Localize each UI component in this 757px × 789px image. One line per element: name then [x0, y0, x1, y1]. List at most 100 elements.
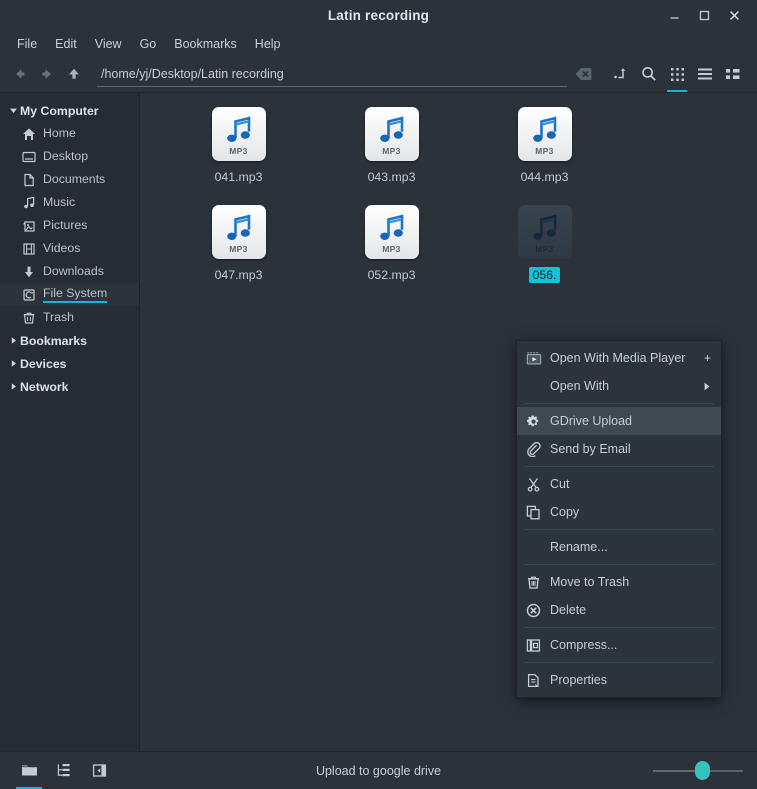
properties-icon	[526, 673, 548, 688]
icon-view-button[interactable]	[14, 757, 44, 789]
pictures-icon	[22, 219, 43, 233]
file-view[interactable]: MP3 041.mp3 MP3 043.mp3 MP3 044.mp3 MP3 …	[140, 93, 757, 751]
context-menu-item-label: Properties	[550, 673, 607, 687]
trash-icon	[22, 311, 43, 325]
clear-entry-icon[interactable]	[571, 62, 595, 86]
menu-bookmarks[interactable]: Bookmarks	[165, 34, 246, 54]
toggle-path-bar-icon[interactable]	[607, 59, 635, 89]
sidebar-item-music[interactable]: Music	[0, 191, 139, 214]
context-menu-item-gdrive-upload[interactable]: GDrive Upload	[517, 407, 721, 435]
sidebar-item-label: Music	[43, 195, 76, 209]
context-menu-item-label: Rename...	[550, 540, 608, 554]
sidebar-item-label: Trash	[43, 310, 74, 324]
sidebar-item-label: File System	[43, 286, 108, 303]
file-item[interactable]: MP3 041.mp3	[162, 107, 315, 205]
sidebar-item-home[interactable]: Home	[0, 122, 139, 145]
context-menu-item-properties[interactable]: Properties	[517, 666, 721, 694]
file-item[interactable]: MP3 044.mp3	[468, 107, 621, 205]
navigation-toolbar: /home/yj/Desktop/Latin recording	[0, 56, 757, 93]
mp3-file-icon: MP3	[517, 107, 572, 161]
file-system-icon	[22, 288, 43, 302]
context-menu-item-label: Move to Trash	[550, 575, 630, 589]
context-menu-item-cut[interactable]: Cut	[517, 470, 721, 498]
mp3-file-icon: MP3	[211, 205, 266, 259]
context-menu-item-open-with[interactable]: Open With	[517, 372, 721, 400]
file-name-label: 052.mp3	[367, 268, 416, 282]
maximize-button[interactable]	[689, 3, 719, 29]
menu-file[interactable]: File	[8, 34, 46, 54]
sidebar-item-label: Videos	[43, 241, 81, 255]
mp3-file-icon: MP3	[364, 107, 419, 161]
context-menu-item-open-with-media-player[interactable]: Open With Media Player +	[517, 344, 721, 372]
sidebar-item-pictures[interactable]: Pictures	[0, 214, 139, 237]
file-item[interactable]: MP3 043.mp3	[315, 107, 468, 205]
media-player-icon	[526, 351, 548, 366]
downloads-icon	[22, 265, 43, 279]
context-menu-item-compress[interactable]: Compress...	[517, 631, 721, 659]
file-item[interactable]: MP3 047.mp3	[162, 205, 315, 303]
sidebar-item-label: Pictures	[43, 218, 88, 232]
context-menu: Open With Media Player + Open With GDriv…	[516, 340, 722, 698]
mp3-file-icon: MP3	[517, 205, 572, 259]
icon-view-icon[interactable]	[663, 59, 691, 92]
location-entry[interactable]: /home/yj/Desktop/Latin recording	[97, 61, 567, 88]
close-button[interactable]	[719, 3, 749, 29]
desktop-icon	[22, 150, 43, 164]
sidebar-item-label: Documents	[43, 172, 106, 186]
up-button[interactable]	[60, 61, 87, 88]
copy-icon	[526, 505, 548, 520]
chevron-right-icon	[6, 382, 20, 391]
sidebar-item-videos[interactable]: Videos	[0, 237, 139, 260]
sidebar-group-network[interactable]: Network	[0, 375, 139, 398]
sidebar-group-devices[interactable]: Devices	[0, 352, 139, 375]
context-menu-item-delete[interactable]: Delete	[517, 596, 721, 624]
sidebar-group-my-computer[interactable]: My Computer	[0, 99, 139, 122]
title-bar: Latin recording	[0, 0, 757, 31]
sidebar-item-file-system[interactable]: File System	[0, 283, 139, 306]
menu-view[interactable]: View	[86, 34, 131, 54]
window-title: Latin recording	[327, 8, 430, 23]
menu-go[interactable]: Go	[131, 34, 166, 54]
places-sidebar: My Computer Home Desktop Documents Music…	[0, 93, 140, 751]
sidebar-item-downloads[interactable]: Downloads	[0, 260, 139, 283]
menu-edit[interactable]: Edit	[46, 34, 86, 54]
context-menu-item-label: Open With Media Player	[550, 351, 686, 365]
context-menu-item-copy[interactable]: Copy	[517, 498, 721, 526]
tree-view-button[interactable]	[49, 757, 79, 785]
sidebar-toggle-button[interactable]	[84, 757, 114, 785]
context-menu-item-rename[interactable]: Rename...	[517, 533, 721, 561]
zoom-slider-handle[interactable]	[695, 761, 711, 780]
compress-icon	[526, 638, 548, 653]
file-name-label: 041.mp3	[214, 170, 263, 184]
videos-icon	[22, 242, 43, 256]
file-type-label: MP3	[535, 244, 554, 254]
file-item[interactable]: MP3 052.mp3	[315, 205, 468, 303]
list-view-icon[interactable]	[691, 59, 719, 89]
minimize-button[interactable]	[659, 3, 689, 29]
zoom-slider[interactable]	[653, 761, 743, 781]
menu-help[interactable]: Help	[246, 34, 290, 54]
context-menu-item-label: Open With	[550, 379, 610, 393]
sidebar-item-desktop[interactable]: Desktop	[0, 145, 139, 168]
context-menu-item-send-by-email[interactable]: Send by Email	[517, 435, 721, 463]
context-menu-item-label: GDrive Upload	[550, 414, 632, 428]
trash-icon	[526, 575, 548, 590]
menu-separator	[524, 466, 714, 467]
file-item-selected[interactable]: MP3 056.	[468, 205, 621, 303]
context-menu-item-move-to-trash[interactable]: Move to Trash	[517, 568, 721, 596]
file-name-label: 056.	[528, 267, 561, 283]
chevron-right-icon	[6, 359, 20, 368]
sidebar-item-label: Home	[43, 126, 76, 140]
sidebar-group-label: Bookmarks	[20, 333, 87, 348]
sidebar-group-bookmarks[interactable]: Bookmarks	[0, 329, 139, 352]
sidebar-item-trash[interactable]: Trash	[0, 306, 139, 329]
compact-view-icon[interactable]	[719, 59, 747, 89]
forward-button[interactable]	[33, 61, 60, 88]
search-icon[interactable]	[635, 59, 663, 89]
back-button[interactable]	[6, 61, 33, 88]
status-bar: Upload to google drive	[0, 751, 757, 789]
file-manager-window: Latin recording File Edit View Go Bookma…	[0, 0, 757, 789]
home-icon	[22, 127, 43, 141]
sidebar-item-documents[interactable]: Documents	[0, 168, 139, 191]
chevron-right-icon	[6, 336, 20, 345]
